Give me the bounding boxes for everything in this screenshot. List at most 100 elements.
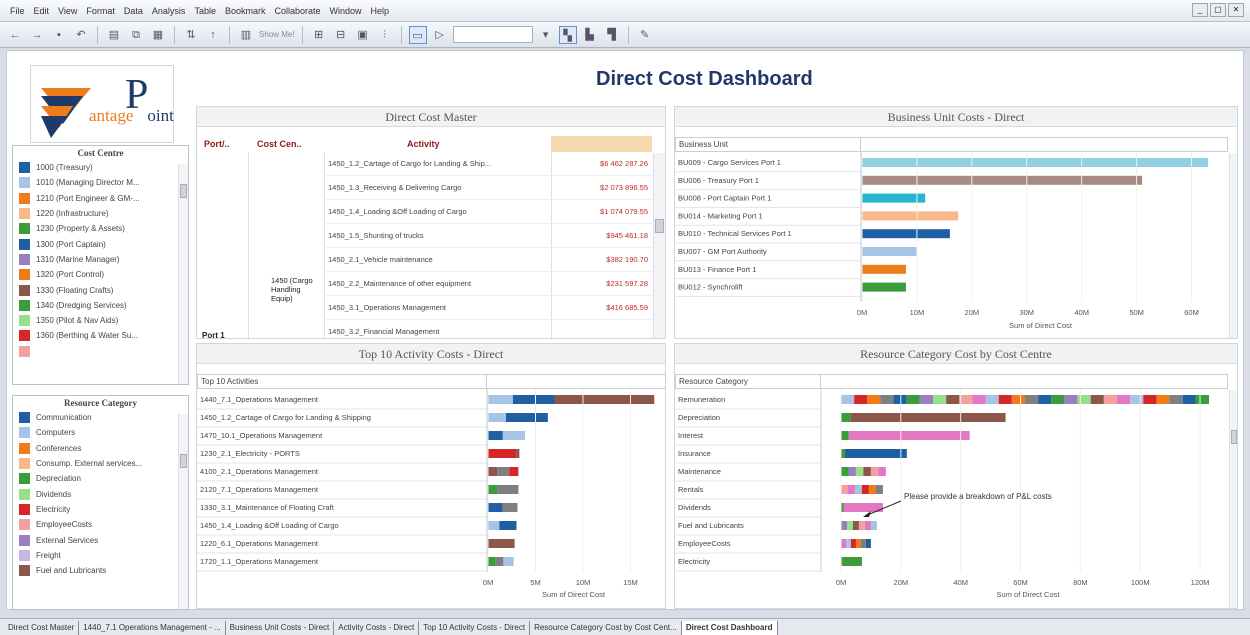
legend-label: 1350 (Pilot & Nav Aids) [36,316,119,326]
menu-item-data[interactable]: Data [124,6,143,16]
fit-icon[interactable]: ▭ [408,25,427,44]
chart-type-icon[interactable]: ▚ [558,25,577,44]
activity-cell[interactable]: 1450_1.4_Loading &Off Loading of Cargo [328,207,548,216]
column-header[interactable]: Activity [407,139,440,149]
bar-segment [959,395,973,404]
cost-centre-legend-item[interactable]: 1220 (Infrastructure) [13,206,188,221]
highlight-icon[interactable]: ▣ [354,26,372,44]
menu-item-table[interactable]: Table [194,6,216,16]
cost-centre-legend-item[interactable] [13,344,188,359]
forward-icon[interactable]: → [28,26,46,44]
toolbar-divider [174,25,175,44]
pen-icon[interactable]: ✎ [636,26,654,44]
swap-icon[interactable]: ⇅ [182,26,200,44]
cost-centre-legend-item[interactable]: 1320 (Port Control) [13,267,188,282]
resource-legend-item[interactable]: Computers [13,425,188,440]
activity-cell[interactable]: 1450_2.1_Vehicle maintenance [328,255,548,264]
category-label: 1720_1.1_Operations Management [200,557,319,566]
cost-centre-legend-item[interactable]: 1360 (Berthing & Water Su... [13,328,188,343]
sheet-tab[interactable]: Business Unit Costs - Direct [226,621,335,635]
resource-legend-item[interactable]: Communication [13,410,188,425]
filter-icon[interactable]: ▜ [603,26,621,44]
resource-legend-item[interactable]: External Services [13,532,188,547]
chart-scrollbar[interactable] [1229,153,1237,338]
back-icon[interactable]: ← [6,26,24,44]
activity-cell[interactable]: 1450_3.1_Operations Management [328,303,548,312]
menu-item-format[interactable]: Format [86,6,115,16]
activity-cell[interactable]: 1450_2.2_Maintenance of other equipment [328,279,548,288]
sort-asc-icon[interactable]: ↑ [204,26,222,44]
bar-segment [502,431,526,440]
resource-legend-item[interactable]: Consump. External services... [13,456,188,471]
menu-item-collaborate[interactable]: Collaborate [274,6,320,16]
cost-centre-legend-item[interactable]: 1310 (Marine Manager) [13,252,188,267]
cost-centre-legend-item[interactable]: 1000 (Treasury) [13,160,188,175]
resource-legend-item[interactable]: Depreciation [13,471,188,486]
pin-icon[interactable]: ⫶ [376,26,394,44]
bar-segment [852,521,859,530]
chevron-down-icon[interactable]: ▾ [537,26,555,44]
undo-icon[interactable]: ↶ [72,26,90,44]
cost-centre-legend-item[interactable]: 1300 (Port Captain) [13,236,188,251]
duplicate-icon[interactable]: ⧉ [127,26,145,44]
cost-centre-legend-item[interactable]: 1340 (Dredging Services) [13,298,188,313]
sheet-tab[interactable]: Activity Costs - Direct [334,621,420,635]
cost-centre-legend-item[interactable]: 1010 (Managing Director M... [13,175,188,190]
resource-legend-item[interactable]: Fuel and Lubricants [13,563,188,578]
bar-segment [488,503,503,512]
legend-label: 1340 (Dredging Services) [36,300,127,310]
sheet-tab[interactable]: Resource Category Cost by Cost Cent... [530,621,682,635]
cost-centre-legend-item[interactable]: 1330 (Floating Crafts) [13,282,188,297]
sheet-tab[interactable]: Top 10 Activity Costs - Direct [419,621,531,635]
bar-segment [848,431,970,440]
sheet-tab[interactable]: Direct Cost Master [4,621,80,635]
cost-centre-legend-item[interactable]: 1210 (Port Engineer & GM-... [13,191,188,206]
resource-legend-item[interactable]: Freight [13,548,188,563]
activity-cell[interactable]: 1450_1.5_Shunting of trucks [328,231,548,240]
activity-cell[interactable]: 1450_1.2_Cartage of Cargo for Landing & … [328,159,548,168]
menu-item-bookmark[interactable]: Bookmark [225,6,266,16]
bar-segment [845,539,851,548]
value-cell: $945 461.18 [606,231,648,240]
resource-legend-item[interactable]: Conferences [13,441,188,456]
minimize-button[interactable]: _ [1192,3,1208,17]
close-button[interactable]: ✕ [1228,3,1244,17]
legend-scrollbar[interactable] [178,414,188,609]
sheet-tab[interactable]: Direct Cost Dashboard [681,621,778,635]
format-icon[interactable]: ▙ [581,26,599,44]
column-header[interactable]: Cost Cen.. [257,139,302,149]
sheet-tab[interactable]: 1440_7.1 Operations Management - ... [79,621,226,635]
menu-item-view[interactable]: View [58,6,77,16]
table-scrollbar[interactable] [653,153,665,338]
clear-icon[interactable]: ▦ [149,26,167,44]
menu-item-file[interactable]: File [10,6,25,16]
resource-legend-item[interactable]: Electricity [13,502,188,517]
cost-centre-legend-item[interactable]: 1230 (Property & Assets) [13,221,188,236]
show-me-label[interactable]: Show Me! [259,26,295,44]
legend-scrollbar[interactable] [178,164,188,384]
top10-chart: 1440_7.1_Operations Management 1450_1.2_C… [197,389,655,599]
present-icon[interactable]: ▷ [431,26,449,44]
group-icon[interactable]: ⊞ [310,26,328,44]
cost-centre-legend-item[interactable]: 1350 (Pilot & Nav Aids) [13,313,188,328]
resource-legend-item[interactable]: EmployeeCosts [13,517,188,532]
activity-cell[interactable]: 1450_3.2_Financial Management [328,327,548,336]
bar-segment [864,521,871,530]
label-icon[interactable]: ⊟ [332,26,350,44]
restore-button[interactable]: ▢ [1210,3,1226,17]
new-sheet-icon[interactable]: ▤ [105,26,123,44]
save-icon[interactable]: ▪ [50,26,68,44]
menu-item-window[interactable]: Window [330,6,362,16]
category-label: BU010 - Technical Services Port 1 [678,229,792,238]
menu-item-analysis[interactable]: Analysis [152,6,186,16]
bar-segment [488,485,498,494]
menu-item-edit[interactable]: Edit [34,6,50,16]
activity-cell[interactable]: 1450_1.3_Receiving & Delivering Cargo [328,183,548,192]
column-header[interactable]: Port/.. [204,139,230,149]
category-label: EmployeeCosts [678,539,731,548]
fit-dropdown[interactable] [452,26,533,43]
resource-legend-item[interactable]: Dividends [13,486,188,501]
menu-item-help[interactable]: Help [371,6,390,16]
chart-scrollbar[interactable] [1229,390,1237,608]
show-me-icon[interactable]: ▥ [237,26,255,44]
